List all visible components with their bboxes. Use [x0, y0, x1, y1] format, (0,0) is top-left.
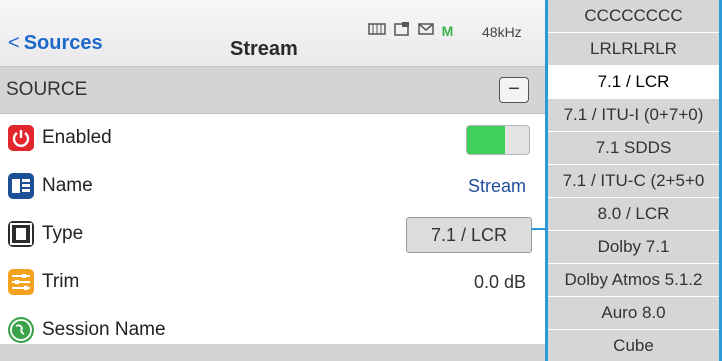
- row-label-type: Type: [42, 223, 84, 244]
- type-dropdown-list[interactable]: CCCCCCCC LRLRLRLR 7.1 / LCR 7.1 / ITU-I …: [545, 0, 722, 361]
- navigation-bar: < Sources Stream M 48kHz: [0, 0, 546, 67]
- sample-rate-label: 48kHz: [482, 24, 522, 40]
- globe-icon: [8, 317, 34, 343]
- collapse-button[interactable]: −: [499, 77, 529, 103]
- row-enabled: Enabled: [0, 114, 546, 163]
- name-tag-icon: [8, 173, 34, 199]
- sliders-icon: [8, 269, 34, 295]
- dropdown-option[interactable]: Dolby 7.1: [548, 231, 719, 264]
- row-trim[interactable]: Trim 0.0 dB: [0, 258, 546, 307]
- dropdown-option[interactable]: 7.1 SDDS: [548, 132, 719, 165]
- dropdown-option[interactable]: Cube: [548, 330, 719, 361]
- source-settings-panel: < Sources Stream M 48kHz SOURCE − Enabled: [0, 0, 546, 361]
- section-header-source: SOURCE −: [0, 67, 546, 114]
- type-select-button[interactable]: 7.1 / LCR: [406, 217, 532, 253]
- next-section-header: [0, 344, 546, 361]
- section-label: SOURCE: [6, 79, 88, 100]
- dropdown-option[interactable]: Dolby Atmos 5.1.2: [548, 264, 719, 297]
- row-type: Type 7.1 / LCR: [0, 210, 546, 259]
- window-icon: [394, 22, 410, 39]
- enabled-toggle[interactable]: [466, 125, 530, 155]
- name-value: Stream: [467, 176, 526, 196]
- toggle-on-fill: [467, 126, 505, 154]
- dropdown-option[interactable]: LRLRLRLR: [548, 33, 719, 66]
- power-icon: [8, 125, 34, 151]
- toggle-knob: [505, 126, 529, 154]
- speaker-icon: [8, 221, 34, 247]
- trim-value: 0.0 dB: [473, 272, 526, 292]
- network-icon: [368, 22, 386, 39]
- row-label-session-name: Session Name: [42, 319, 166, 340]
- row-label-name: Name: [42, 175, 93, 196]
- dropdown-option[interactable]: 7.1 / ITU-C (2+5+0: [548, 165, 719, 198]
- row-label-enabled: Enabled: [42, 127, 112, 148]
- back-button[interactable]: < Sources: [8, 32, 103, 55]
- dropdown-option-selected[interactable]: 7.1 / LCR: [548, 66, 719, 99]
- page-title: Stream: [230, 38, 298, 60]
- dropdown-option[interactable]: 8.0 / LCR: [548, 198, 719, 231]
- mail-icon: [418, 22, 434, 39]
- chevron-left-icon: <: [8, 32, 20, 54]
- status-indicators: M: [368, 22, 453, 39]
- back-label: Sources: [23, 32, 103, 54]
- dropdown-option[interactable]: CCCCCCCC: [548, 0, 719, 33]
- row-label-trim: Trim: [42, 271, 80, 292]
- status-m-indicator: M: [441, 23, 454, 39]
- dropdown-option[interactable]: 7.1 / ITU-I (0+7+0): [548, 99, 719, 132]
- dropdown-option[interactable]: Auro 8.0: [548, 297, 719, 330]
- row-name[interactable]: Name Stream: [0, 162, 546, 211]
